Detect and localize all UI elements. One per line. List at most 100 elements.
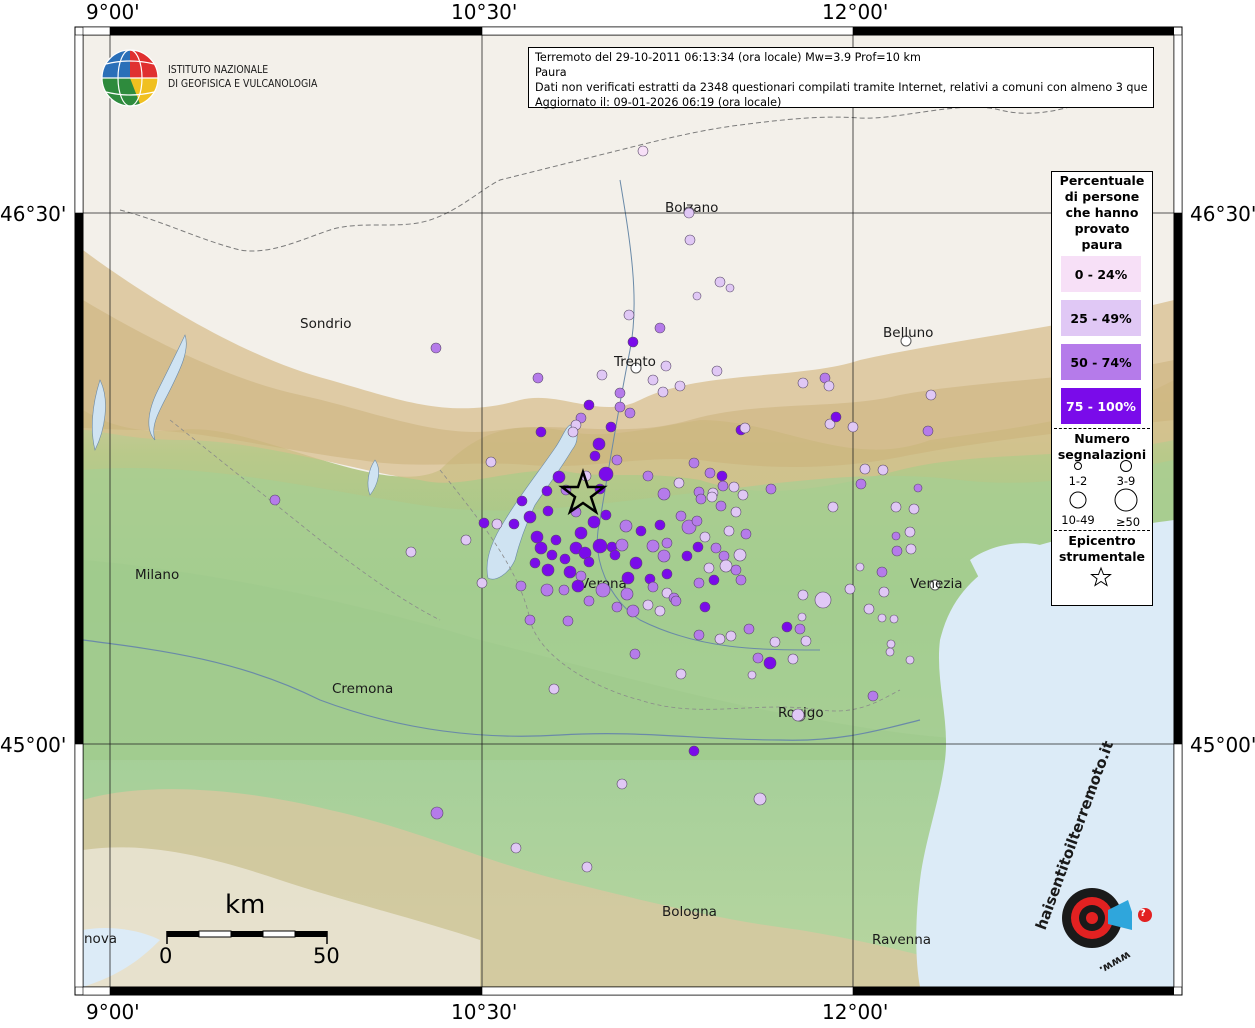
observation-point [691,515,703,527]
observation-point [614,401,626,413]
observation-point [661,537,673,549]
axis-right-lat-1: 46°30' [1190,202,1255,226]
observation-point [675,510,687,522]
observation-point [530,530,544,544]
observation-point [583,399,595,411]
observation-point [797,589,809,601]
observation-point [681,550,693,562]
observation-point [491,518,503,530]
observation-point [730,564,742,576]
legend-separator-2 [1054,530,1150,531]
axis-bottom-lon-3: 12°00' [822,1000,889,1024]
axis-top-lon-1: 9°00' [86,0,140,24]
city-label: Venezia [910,576,962,592]
observation-point [670,595,682,607]
observation-point [657,487,671,501]
observation-point [692,291,702,301]
observation-point [642,470,654,482]
observation-point [675,668,687,680]
observation-point [635,525,647,537]
observation-point [891,531,901,541]
observation-point [737,489,749,501]
observation-point [583,556,595,568]
observation-point [583,595,595,607]
observation-point [708,574,720,586]
observation-point [616,778,628,790]
observation-point [704,467,716,479]
observation-point [797,377,809,389]
observation-point [797,612,807,622]
observation-point [624,407,636,419]
observation-point [725,283,735,293]
observation-point [890,501,902,513]
observation-point [823,380,835,392]
city-label: Ravenna [872,932,931,948]
observation-point [600,509,612,521]
observation-point [430,806,444,820]
observation-point [661,568,673,580]
observation-point [269,494,281,506]
ingv-logo-line2: DI GEOFISICA E VULCANOLOGIA [168,77,318,90]
observation-point [646,539,660,553]
observation-point [693,577,705,589]
city-label: Trento [613,354,656,370]
legend-separator [1054,428,1150,429]
observation-point [908,503,920,515]
observation-point [563,565,577,579]
observation-point [637,145,649,157]
observation-point [688,457,700,469]
observation-point [715,500,727,512]
map-legend: Percentuale di persone che hanno provato… [1051,171,1153,606]
observation-point [592,437,606,451]
observation-point [478,517,490,529]
observation-point [922,425,934,437]
observation-point [596,369,608,381]
observation-point [886,639,896,649]
observation-point [699,601,711,613]
observation-point [723,525,735,537]
observation-point [654,519,666,531]
city-label: nova [84,931,117,947]
ingv-logo-line1: ISTITUTO NAZIONALE [168,63,269,76]
ingv-logo-icon [101,49,159,107]
observation-point [717,480,729,492]
observation-point [725,630,737,642]
observation-point [730,506,742,518]
observation-point [605,421,617,433]
terrain-layer [83,35,1174,987]
scale-end: 50 [313,944,340,968]
observation-point [621,571,635,585]
observation-point [719,559,733,573]
observation-point [567,426,579,438]
observation-point [735,574,747,586]
observation-point [654,322,666,334]
observation-point [598,466,614,482]
axis-top-lon-3: 12°00' [822,0,889,24]
observation-point [541,563,555,577]
legend-size-4: ≥50 [1115,515,1141,529]
observation-point [714,633,726,645]
observation-point [657,386,669,398]
observation-point [693,629,705,641]
axis-bottom-lon-1: 9°00' [86,1000,140,1024]
observation-point [524,614,536,626]
observation-point [905,543,917,555]
observation-point [595,582,611,598]
observation-point [859,463,871,475]
observation-point [611,601,623,613]
observation-point [532,372,544,384]
observation-point [814,591,832,609]
scale-start: 0 [159,944,173,968]
observation-point [535,426,547,438]
observation-point [876,566,888,578]
observation-point [516,495,528,507]
observation-point [620,587,634,601]
observation-point [703,562,715,574]
observation-point [642,599,654,611]
observation-point [571,579,585,593]
axis-top-lon-2: 10°30' [451,0,518,24]
event-info-line1: Terremoto del 29-10-2011 06:13:34 (ora l… [535,51,921,64]
legend-bin-4: 75 - 100% [1061,388,1141,424]
observation-point [791,708,805,722]
event-info-line2: Paura [535,66,567,79]
